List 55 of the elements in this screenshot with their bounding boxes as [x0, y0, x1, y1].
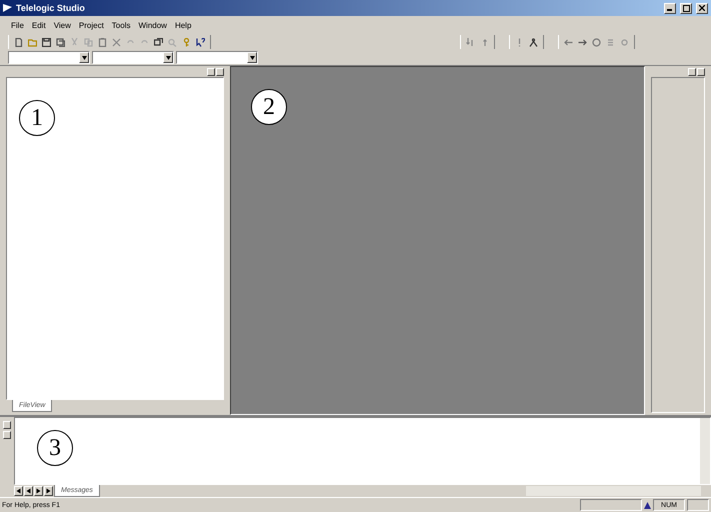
menu-item[interactable]: Help: [172, 20, 194, 30]
menu-item[interactable]: Tools: [108, 20, 134, 30]
maximize-button[interactable]: [680, 2, 692, 14]
dropdown-field[interactable]: [8, 51, 90, 64]
menu-item[interactable]: Edit: [28, 20, 49, 30]
dropdown-field[interactable]: [176, 51, 258, 64]
callout-number: 1: [19, 100, 55, 136]
menu-item[interactable]: Project: [76, 20, 107, 30]
dropdown-button[interactable]: [163, 52, 173, 63]
tab-nav-button[interactable]: [34, 486, 43, 496]
dropdown-button[interactable]: [247, 52, 257, 63]
tab-nav-button[interactable]: [14, 486, 23, 496]
close-button[interactable]: [696, 2, 708, 14]
tab-nav-button[interactable]: [44, 486, 53, 496]
caret-icon: [82, 56, 86, 60]
new-file-icon[interactable]: [13, 36, 24, 48]
restore-button[interactable]: [3, 431, 11, 439]
paste-icon[interactable]: [97, 36, 108, 48]
caret-icon: [166, 56, 170, 60]
restore-button[interactable]: [688, 68, 696, 76]
menu-item[interactable]: File: [8, 20, 27, 30]
back-arrow-icon[interactable]: [563, 36, 574, 48]
dropdown-field[interactable]: [92, 51, 174, 64]
person-icon[interactable]: [528, 36, 539, 48]
arrow-icon: [36, 488, 40, 494]
dropdown-button[interactable]: [79, 52, 89, 63]
callout-number: 2: [251, 89, 287, 125]
save-all-icon[interactable]: [55, 36, 66, 48]
close-button[interactable]: [697, 68, 705, 76]
maximize-icon: [682, 4, 690, 12]
app-icon: [3, 4, 12, 12]
window-icon[interactable]: [153, 36, 164, 48]
vertical-scrollbar[interactable]: [700, 418, 710, 484]
minimize-button[interactable]: [664, 2, 676, 14]
window-title: Telelogic Studio: [16, 3, 86, 13]
circle-icon[interactable]: [591, 36, 602, 48]
help-pointer-icon[interactable]: [195, 36, 206, 48]
status-pane: [580, 499, 642, 511]
caret-icon: [250, 56, 254, 60]
close-button[interactable]: [3, 421, 11, 429]
triangle-icon: [644, 502, 651, 508]
menu-item[interactable]: View: [50, 20, 74, 30]
close-button[interactable]: [216, 68, 224, 76]
horizontal-scrollbar[interactable]: [526, 486, 701, 496]
arrow-icon: [46, 488, 50, 494]
callout-number: 3: [37, 430, 73, 466]
arrow-icon: [16, 488, 20, 494]
restore-button[interactable]: [207, 68, 215, 76]
tab-nav-button[interactable]: [24, 486, 33, 496]
menu-item[interactable]: Window: [135, 20, 170, 30]
status-pane: [687, 499, 709, 511]
forward-arrow-icon[interactable]: [577, 36, 588, 48]
save-icon[interactable]: [41, 36, 52, 48]
close-icon: [699, 5, 705, 11]
arrow-icon: [26, 488, 30, 494]
